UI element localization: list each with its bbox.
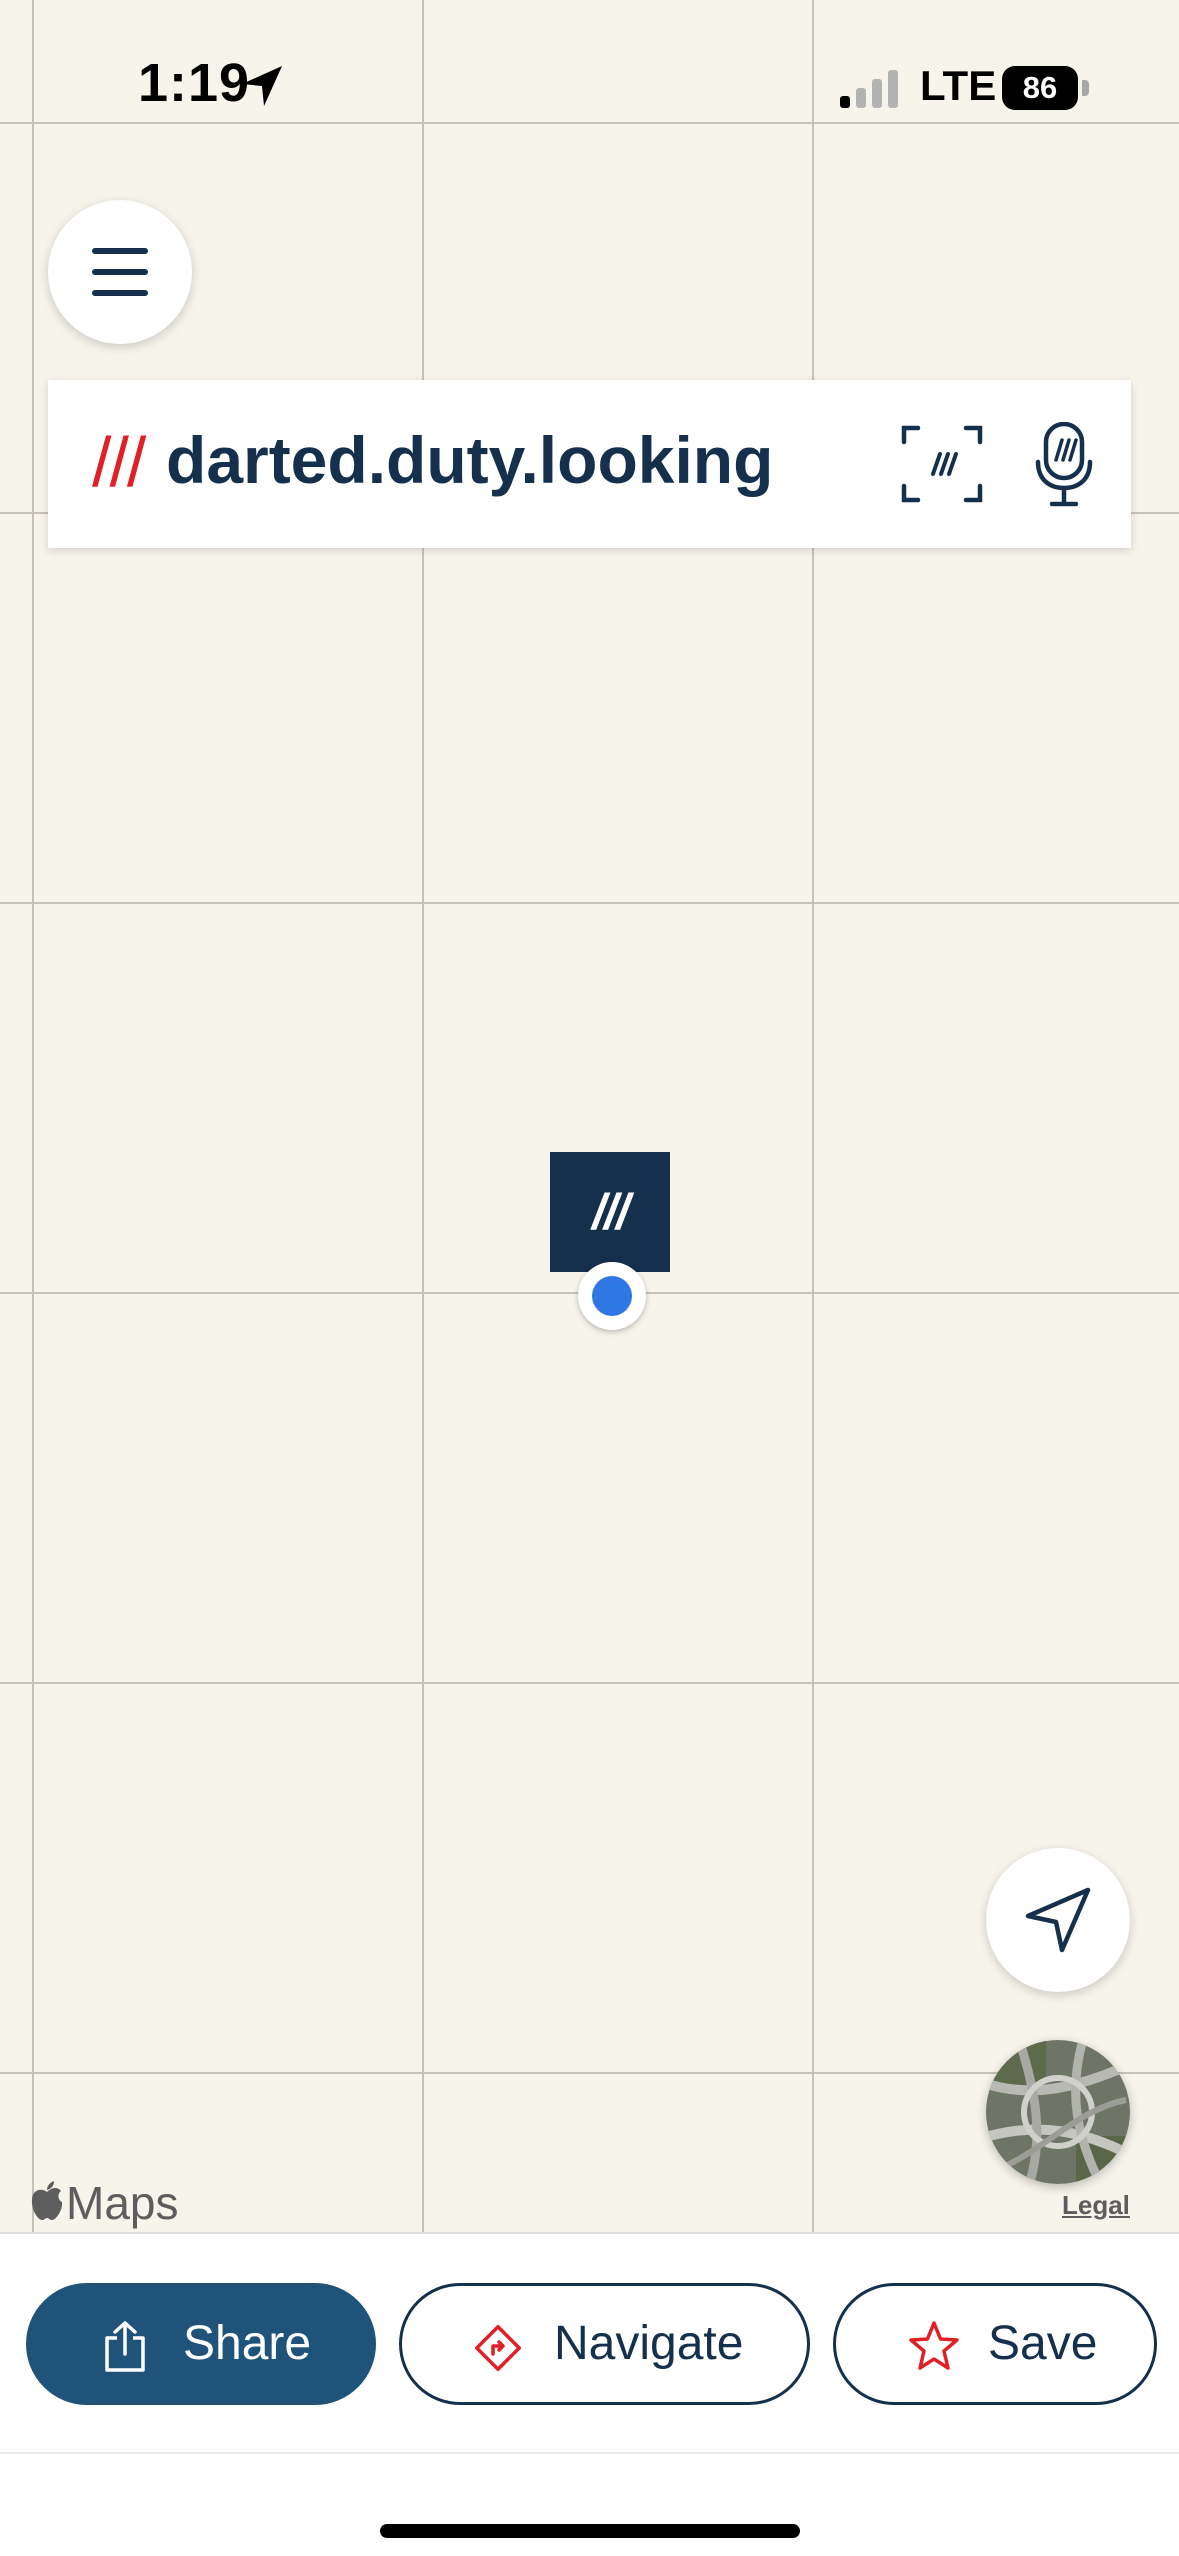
location-pin[interactable]: /// [550, 1152, 670, 1286]
status-time: 1:19 [138, 53, 251, 113]
address-prefix: /// [92, 423, 146, 501]
address-text[interactable]: darted.duty.looking [166, 422, 773, 498]
address-search-bar[interactable]: /// darted.duty.looking [48, 380, 1131, 548]
apple-logo-icon [31, 2181, 63, 2220]
action-bar: Share Navigate Save [0, 2232, 1179, 2556]
grid-line [0, 1682, 1179, 1684]
star-icon [909, 2321, 959, 2370]
directions-icon [475, 2325, 521, 2371]
grid-line [812, 0, 814, 2232]
navigate-button[interactable]: Navigate [399, 2283, 810, 2405]
location-arrow-icon [242, 66, 282, 106]
navigation-arrow-icon [1025, 1887, 1091, 1953]
grid-line [422, 0, 424, 2232]
grid-line [32, 0, 34, 2232]
share-button[interactable]: Share [26, 2283, 376, 2405]
signal-icon [840, 70, 898, 108]
menu-button[interactable] [48, 200, 192, 344]
share-label: Share [183, 2317, 312, 2370]
satellite-view-button[interactable] [986, 2040, 1130, 2184]
grid-line [0, 902, 1179, 904]
pin-label: /// [550, 1152, 670, 1272]
scan-icon[interactable] [900, 424, 984, 504]
locate-me-button[interactable] [986, 1848, 1130, 1992]
share-icon [105, 2321, 145, 2372]
battery-icon: 86 [1002, 66, 1090, 110]
network-type-label: LTE [920, 62, 997, 109]
battery-cap [1082, 80, 1089, 96]
satellite-view-thumbnail [986, 2040, 1130, 2184]
save-label: Save [988, 2317, 1098, 2370]
save-button[interactable]: Save [833, 2283, 1157, 2405]
hamburger-menu-icon [92, 248, 148, 296]
microphone-icon[interactable] [1034, 422, 1094, 508]
current-location-dot [578, 1262, 646, 1330]
home-indicator[interactable] [380, 2524, 800, 2538]
navigate-label: Navigate [554, 2317, 744, 2370]
battery-level: 86 [1002, 66, 1078, 110]
divider [0, 2452, 1179, 2454]
legal-link[interactable]: Legal [1062, 2190, 1130, 2221]
maps-label: Maps [66, 2177, 179, 2229]
status-bar: 1:19 LTE 86 [0, 0, 1179, 130]
